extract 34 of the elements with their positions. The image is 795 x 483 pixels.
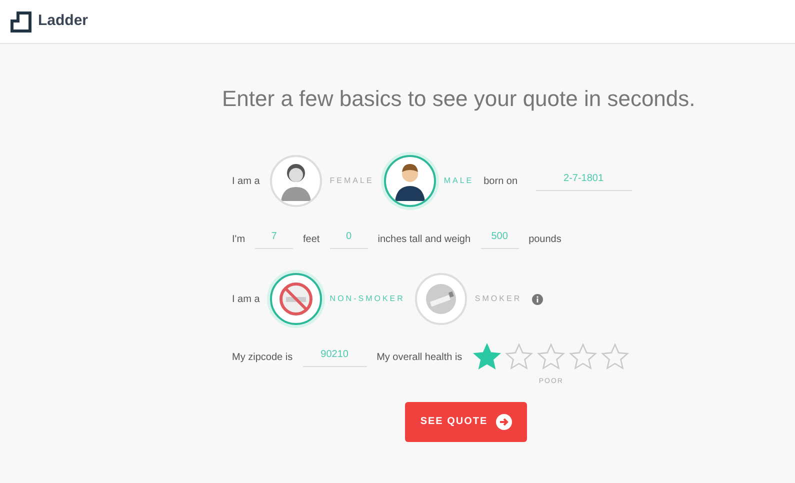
logo-text[interactable]: Ladder: [38, 10, 88, 33]
person-icon: [278, 161, 313, 201]
input-field[interactable]: 90210: [302, 347, 367, 367]
input-field[interactable]: 7: [255, 229, 294, 249]
input-field[interactable]: 0: [330, 229, 368, 249]
star-icon[interactable]: [568, 342, 598, 372]
option-label: MALE: [444, 175, 474, 187]
logo-icon: [10, 10, 32, 32]
label-text: I'm: [232, 232, 246, 246]
cigarette-icon: [424, 282, 458, 316]
label-text: My zipcode is: [232, 350, 293, 364]
person-icon: [392, 161, 427, 201]
label-text: I am a: [232, 174, 260, 188]
star-icon[interactable]: [472, 342, 502, 372]
option-label: FEMALE: [330, 175, 374, 187]
label-text: inches tall and weigh: [378, 232, 471, 246]
option-label: NON-SMOKER: [330, 293, 405, 305]
label-text: born on: [484, 174, 518, 188]
info-icon[interactable]: [532, 294, 543, 304]
arrow-right-icon: [496, 414, 512, 430]
label-text: I am a: [232, 292, 260, 306]
page-heading: Enter a few basics to see your quote in seconds.: [222, 85, 696, 113]
see-quote-button[interactable]: SEE QUOTE: [405, 402, 527, 442]
option-label: SMOKER: [474, 293, 522, 305]
input-field[interactable]: 2-7-1801: [536, 171, 632, 191]
star-icon[interactable]: [600, 342, 630, 372]
label-text: pounds: [528, 232, 562, 246]
input-field[interactable]: 500: [480, 229, 519, 249]
star-icon[interactable]: [504, 342, 534, 372]
no-smoking-icon: [278, 282, 313, 316]
option-button[interactable]: [384, 155, 436, 207]
label-text: My overall health is: [376, 350, 462, 364]
star-icon[interactable]: [536, 342, 566, 372]
label-text: feet: [303, 232, 320, 246]
